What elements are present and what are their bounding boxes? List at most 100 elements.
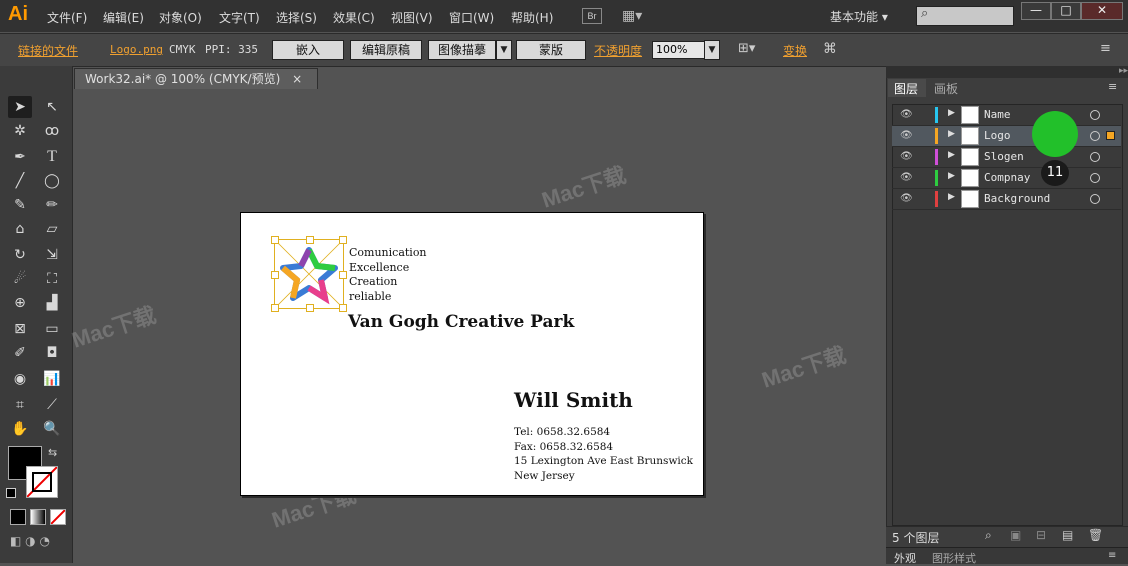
ellipse-tool-icon[interactable]: ◯ bbox=[40, 170, 64, 192]
artboard-tool-icon[interactable]: ⌗ bbox=[8, 394, 32, 416]
hand-tool-icon[interactable]: ✋ bbox=[8, 418, 32, 440]
maximize-button[interactable]: □ bbox=[1051, 2, 1081, 20]
target-circle-icon[interactable] bbox=[1090, 152, 1100, 162]
magic-wand-tool-icon[interactable]: ✲ bbox=[8, 120, 32, 142]
opacity-input[interactable]: 100% bbox=[652, 41, 710, 59]
target-circle-icon[interactable] bbox=[1090, 194, 1100, 204]
direct-selection-tool-icon[interactable]: ↖ bbox=[40, 96, 64, 118]
resize-handle[interactable] bbox=[339, 236, 347, 244]
transform-link[interactable]: 变换 bbox=[783, 42, 807, 59]
target-circle-icon[interactable] bbox=[1090, 173, 1100, 183]
eye-icon[interactable]: 👁 bbox=[900, 130, 913, 141]
resize-handle[interactable] bbox=[271, 271, 279, 279]
image-trace-button[interactable]: 图像描摹 bbox=[428, 40, 496, 60]
new-layer-icon[interactable]: ▤ bbox=[1062, 528, 1073, 542]
gradient-tool-icon[interactable]: ▭ bbox=[40, 318, 64, 340]
logo-selection-box[interactable] bbox=[271, 236, 347, 312]
bottom-panel-menu-icon[interactable]: ≡ bbox=[1108, 550, 1116, 561]
symbol-sprayer-tool-icon[interactable]: ◉ bbox=[8, 368, 32, 390]
minimize-button[interactable]: — bbox=[1021, 2, 1051, 20]
close-tab-icon[interactable]: × bbox=[292, 72, 302, 86]
zoom-tool-icon[interactable]: 🔍 bbox=[40, 418, 64, 440]
close-button[interactable]: ✕ bbox=[1081, 2, 1123, 20]
type-tool-icon[interactable]: T bbox=[40, 146, 64, 168]
resize-handle[interactable] bbox=[306, 236, 314, 244]
pen-tool-icon[interactable]: ✒ bbox=[8, 146, 32, 168]
menu-type[interactable]: 文字(T) bbox=[219, 9, 260, 26]
target-circle-icon[interactable] bbox=[1090, 131, 1100, 141]
layer-name[interactable]: Compnay bbox=[984, 171, 1030, 184]
tab-layers[interactable]: 图层 bbox=[894, 80, 918, 97]
opacity-dropdown-icon[interactable]: ▼ bbox=[704, 40, 720, 60]
tab-appearance[interactable]: 外观 bbox=[894, 550, 916, 566]
layers-menu-icon[interactable]: ≡ bbox=[1108, 80, 1117, 93]
pencil-tool-icon[interactable]: ✏ bbox=[40, 194, 64, 216]
linked-file-link[interactable]: 链接的文件 bbox=[18, 42, 78, 59]
eye-icon[interactable]: 👁 bbox=[900, 172, 913, 183]
align-options-icon[interactable]: ⊞▾ bbox=[738, 41, 755, 56]
default-colors-icon[interactable] bbox=[6, 488, 16, 498]
filename-link[interactable]: Logo.png bbox=[110, 43, 163, 56]
lasso-tool-icon[interactable]: ꝏ bbox=[40, 120, 64, 142]
expand-arrow-icon[interactable]: ▶ bbox=[948, 150, 955, 160]
eye-icon[interactable]: 👁 bbox=[900, 193, 913, 204]
eye-icon[interactable]: 👁 bbox=[900, 109, 913, 120]
paintbrush-tool-icon[interactable]: ✎ bbox=[8, 194, 32, 216]
shape-builder-tool-icon[interactable]: ⊕ bbox=[8, 292, 32, 314]
layer-row[interactable]: 👁 ▶ Logo bbox=[892, 126, 1121, 147]
perspective-grid-tool-icon[interactable]: ▟ bbox=[40, 292, 64, 314]
menu-help[interactable]: 帮助(H) bbox=[511, 9, 553, 26]
menu-effect[interactable]: 效果(C) bbox=[333, 9, 375, 26]
expand-arrow-icon[interactable]: ▶ bbox=[948, 171, 955, 181]
free-transform-tool-icon[interactable]: ⛶ bbox=[40, 268, 64, 290]
layer-name[interactable]: Slogen bbox=[984, 150, 1024, 163]
none-mode-icon[interactable] bbox=[50, 509, 66, 525]
resize-handle[interactable] bbox=[271, 304, 279, 312]
slice-tool-icon[interactable]: ⟋ bbox=[40, 394, 64, 416]
layer-row[interactable]: 👁 ▶ Background bbox=[892, 189, 1121, 210]
warp-tool-icon[interactable]: ☄ bbox=[8, 268, 32, 290]
eyedropper-tool-icon[interactable]: ✐ bbox=[8, 342, 32, 364]
eye-icon[interactable]: 👁 bbox=[900, 151, 913, 162]
layer-name[interactable]: Background bbox=[984, 192, 1050, 205]
delete-layer-icon[interactable]: 🗑 bbox=[1088, 528, 1103, 542]
image-trace-dropdown-icon[interactable]: ▼ bbox=[496, 40, 512, 60]
edit-original-button[interactable]: 编辑原稿 bbox=[350, 40, 422, 60]
resize-handle[interactable] bbox=[306, 304, 314, 312]
expand-arrow-icon[interactable]: ▶ bbox=[948, 129, 955, 139]
tab-artboards[interactable]: 画板 bbox=[934, 80, 958, 97]
target-circle-icon[interactable] bbox=[1090, 110, 1100, 120]
opacity-link[interactable]: 不透明度 bbox=[594, 42, 642, 59]
layer-row[interactable]: 👁 ▶ Slogen bbox=[892, 147, 1121, 168]
menu-view[interactable]: 视图(V) bbox=[391, 9, 433, 26]
bridge-button[interactable]: Br bbox=[582, 8, 602, 24]
panel-collapse-bar[interactable]: ▸▸ bbox=[886, 66, 1128, 78]
locate-object-icon[interactable]: ⌕ bbox=[985, 528, 992, 543]
color-mode-icon[interactable] bbox=[10, 509, 26, 525]
swap-colors-icon[interactable]: ⇆ bbox=[48, 446, 57, 459]
panel-menu-icon[interactable]: ≡ bbox=[1100, 41, 1111, 56]
stroke-color-swatch[interactable] bbox=[26, 466, 58, 498]
isolate-icon[interactable]: ⌘ bbox=[823, 41, 837, 57]
expand-arrow-icon[interactable]: ▶ bbox=[948, 108, 955, 118]
line-tool-icon[interactable]: ╱ bbox=[8, 170, 32, 192]
expand-arrow-icon[interactable]: ▶ bbox=[948, 192, 955, 202]
selection-tool-icon[interactable]: ➤ bbox=[8, 96, 32, 118]
layer-name[interactable]: Logo bbox=[984, 129, 1011, 142]
gradient-mode-icon[interactable] bbox=[30, 509, 46, 525]
blob-brush-tool-icon[interactable]: ⌂ bbox=[8, 218, 32, 240]
menu-edit[interactable]: 编辑(E) bbox=[103, 9, 144, 26]
workspace-switcher[interactable]: 基本功能 ▾ bbox=[830, 8, 888, 25]
menu-window[interactable]: 窗口(W) bbox=[449, 9, 494, 26]
menu-select[interactable]: 选择(S) bbox=[276, 9, 317, 26]
make-clipping-mask-icon[interactable]: ▣ bbox=[1010, 528, 1021, 542]
resize-handle[interactable] bbox=[339, 304, 347, 312]
resize-handle[interactable] bbox=[339, 271, 347, 279]
tab-graphic-styles[interactable]: 图形样式 bbox=[932, 550, 976, 566]
search-input[interactable] bbox=[916, 6, 1014, 26]
embed-button[interactable]: 嵌入 bbox=[272, 40, 344, 60]
document-tab[interactable]: Work32.ai* @ 100% (CMYK/预览) × bbox=[74, 68, 318, 89]
scale-tool-icon[interactable]: ⇲ bbox=[40, 244, 64, 266]
artboard[interactable]: Comunication Excellence Creation reliabl… bbox=[240, 212, 704, 496]
menu-object[interactable]: 对象(O) bbox=[159, 9, 202, 26]
